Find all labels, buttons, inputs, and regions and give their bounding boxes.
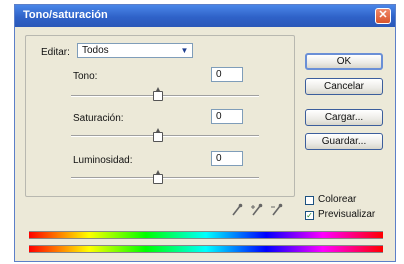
input-color-spectrum xyxy=(29,231,383,239)
eyedropper-icon[interactable] xyxy=(231,203,243,217)
lightness-label: Luminosidad: xyxy=(73,155,133,166)
edit-select-value: Todos xyxy=(82,45,109,56)
preview-checkbox[interactable]: ✓ xyxy=(305,211,314,220)
hue-slider-track[interactable] xyxy=(71,95,259,97)
hue-input[interactable]: 0 xyxy=(211,67,243,82)
lightness-slider-thumb[interactable] xyxy=(153,170,163,184)
edit-select[interactable]: Todos ▼ xyxy=(77,43,193,58)
saturation-input[interactable]: 0 xyxy=(211,109,243,124)
saturation-slider-track[interactable] xyxy=(71,135,259,137)
hue-slider-thumb[interactable] xyxy=(153,87,163,101)
adjustment-group xyxy=(25,35,295,197)
saturation-slider-thumb[interactable] xyxy=(153,128,163,142)
hue-saturation-dialog: Tono/saturación ✕ Editar: Todos ▼ Tono: … xyxy=(14,4,396,262)
close-button[interactable]: ✕ xyxy=(375,8,391,24)
eyedropper-minus-icon[interactable] xyxy=(271,203,283,217)
cancel-button[interactable]: Cancelar xyxy=(305,78,383,95)
edit-label: Editar: xyxy=(41,47,70,58)
colorize-checkbox[interactable] xyxy=(305,196,314,205)
colorize-label: Colorear xyxy=(318,194,357,205)
output-color-spectrum xyxy=(29,245,383,253)
eyedropper-plus-icon[interactable] xyxy=(251,203,263,217)
saturation-label: Saturación: xyxy=(73,113,124,124)
title-bar[interactable]: Tono/saturación ✕ xyxy=(15,5,395,27)
hue-label: Tono: xyxy=(73,71,98,82)
load-button[interactable]: Cargar... xyxy=(305,109,383,126)
save-button[interactable]: Guardar... xyxy=(305,133,383,150)
dialog-title: Tono/saturación xyxy=(23,9,108,21)
ok-button[interactable]: OK xyxy=(305,53,383,70)
chevron-down-icon: ▼ xyxy=(180,46,189,55)
lightness-slider-track[interactable] xyxy=(71,177,259,179)
preview-label: Previsualizar xyxy=(318,209,376,220)
lightness-input[interactable]: 0 xyxy=(211,151,243,166)
